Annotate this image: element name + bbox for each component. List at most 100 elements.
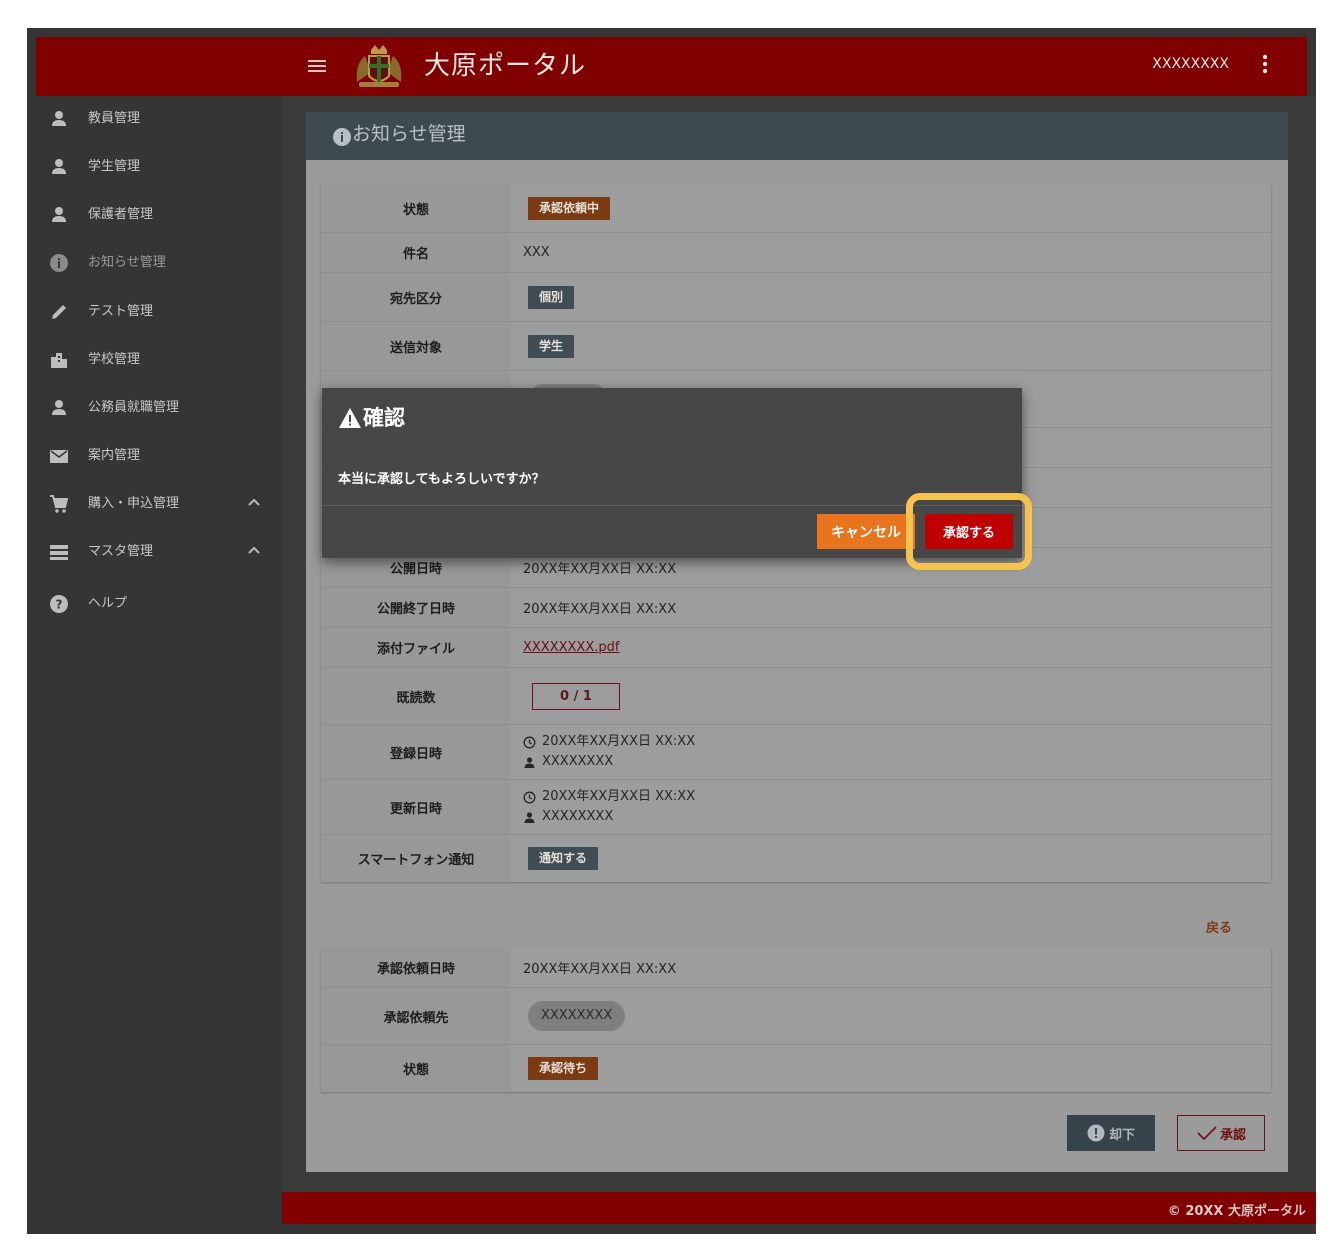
row-label: 件名 — [321, 233, 511, 272]
table-row: 状態 承認依頼中 — [321, 184, 1271, 233]
table-row: 件名 XXX — [321, 233, 1271, 273]
sidebar: 教員管理 学生管理 保護者管理 お知らせ管理 テスト管理 学校管理 公務員就職管… — [36, 96, 282, 1234]
updated-user-line: XXXXXXXX — [523, 807, 613, 827]
row-value: 承認依頼中 — [528, 184, 611, 232]
sidebar-item-label: 教員管理 — [88, 111, 141, 126]
building-icon — [49, 350, 69, 370]
table-row: スマートフォン通知 通知する — [321, 835, 1271, 882]
app-window: 大原ポータル XXXXXXXX 教員管理 学生管理 保護者管理 お知らせ管理 テ… — [27, 28, 1316, 1234]
subject-value: XXX — [523, 245, 550, 260]
approve-button[interactable]: 承認 — [1177, 1115, 1265, 1151]
sidebar-item-label: ヘルプ — [88, 596, 128, 611]
table-row: 宛先区分 個別 — [321, 273, 1271, 322]
reject-label: 却下 — [1108, 1127, 1135, 1143]
svg-text:?: ? — [56, 598, 63, 612]
cancel-button[interactable]: キャンセル — [817, 514, 915, 549]
publish-end-value: 20XX年XX月XX日 XX:XX — [523, 602, 677, 617]
registered-date: 20XX年XX月XX日 XX:XX — [542, 734, 696, 749]
table-row: 承認依頼先 XXXXXXXX — [321, 988, 1271, 1045]
sidebar-item-civil-service[interactable]: 公務員就職管理 — [36, 388, 282, 428]
pencil-icon — [49, 302, 69, 322]
sidebar-item-master[interactable]: マスタ管理 — [36, 532, 282, 572]
hamburger-menu-icon[interactable] — [306, 55, 328, 77]
table-row: 登録日時 20XX年XX月XX日 XX:XX XXXXXXXX — [321, 725, 1271, 780]
approval-status-badge: 承認待ち — [528, 1057, 599, 1080]
main-content: お知らせ管理 状態 承認依頼中 件名 XXX 宛先区分 個別 送信対象 学生 公… — [282, 96, 1316, 1192]
sidebar-item-purchases[interactable]: 購入・申込管理 — [36, 484, 282, 524]
reject-button[interactable]: 却下 — [1067, 1115, 1155, 1151]
row-label: 状態 — [321, 184, 511, 232]
registered-date-line: 20XX年XX月XX日 XX:XX — [523, 732, 695, 752]
row-value: 通知する — [528, 835, 599, 882]
row-label: 承認依頼日時 — [321, 948, 511, 987]
chevron-up-icon[interactable] — [246, 494, 262, 510]
sidebar-item-label: 学生管理 — [88, 159, 141, 174]
sidebar-item-label: 公務員就職管理 — [88, 400, 180, 415]
table-row: 公開終了日時 20XX年XX月XX日 XX:XX — [321, 588, 1271, 628]
table-row: 承認依頼日時 20XX年XX月XX日 XX:XX — [321, 948, 1271, 988]
updated-date: 20XX年XX月XX日 XX:XX — [542, 789, 696, 804]
copyright-text: © 20XX 大原ポータル — [1167, 1204, 1306, 1219]
highlight-callout — [906, 493, 1032, 570]
person-icon — [524, 756, 535, 768]
row-value: 0 / 1 — [532, 668, 620, 724]
row-value: XXXXXXXX.pdf — [523, 628, 619, 667]
read-count-button[interactable]: 0 / 1 — [532, 682, 620, 710]
row-label: 公開終了日時 — [321, 588, 511, 627]
row-value: 承認待ち — [528, 1045, 599, 1092]
sidebar-item-label: 購入・申込管理 — [88, 496, 180, 511]
app-title: 大原ポータル — [424, 51, 587, 81]
row-value: 20XX年XX月XX日 XX:XX XXXXXXXX — [523, 725, 695, 779]
person-icon — [49, 109, 69, 129]
updated-date-line: 20XX年XX月XX日 XX:XX — [523, 787, 695, 807]
row-value: XXXXXXXX — [528, 988, 626, 1044]
table-row: 状態 承認待ち — [321, 1045, 1271, 1092]
chevron-up-icon[interactable] — [246, 542, 262, 558]
help-icon: ? — [49, 594, 69, 614]
sidebar-item-label: 学校管理 — [88, 352, 141, 367]
row-label: 状態 — [321, 1045, 511, 1092]
info-icon — [332, 127, 352, 147]
person-icon — [524, 811, 535, 823]
dest-type-badge: 個別 — [528, 285, 575, 309]
person-icon — [49, 157, 69, 177]
dialog-title-text: 確認 — [363, 406, 405, 430]
row-value: 個別 — [528, 273, 575, 321]
sidebar-item-guardians[interactable]: 保護者管理 — [36, 195, 282, 235]
attachment-link[interactable]: XXXXXXXX.pdf — [523, 640, 619, 655]
table-row: 添付ファイル XXXXXXXX.pdf — [321, 628, 1271, 668]
target-badge: 学生 — [528, 334, 575, 358]
row-label: 既読数 — [321, 668, 511, 724]
approver-chip: XXXXXXXX — [528, 1001, 626, 1031]
top-bar: 大原ポータル XXXXXXXX — [36, 37, 1307, 96]
sidebar-item-label: 保護者管理 — [88, 207, 154, 222]
table-row: 送信対象 学生 — [321, 322, 1271, 371]
approve-label: 承認 — [1219, 1127, 1246, 1143]
sidebar-item-students[interactable]: 学生管理 — [36, 147, 282, 187]
dialog-title: 確認 — [338, 402, 405, 434]
row-label: 更新日時 — [321, 780, 511, 834]
sidebar-item-label: テスト管理 — [88, 304, 154, 319]
page-title: お知らせ管理 — [352, 123, 466, 145]
sidebar-item-notices[interactable]: お知らせ管理 — [36, 243, 282, 283]
table-row: 更新日時 20XX年XX月XX日 XX:XX XXXXXXXX — [321, 780, 1271, 835]
table-row: 既読数 0 / 1 — [321, 668, 1271, 725]
registered-user-line: XXXXXXXX — [523, 752, 613, 772]
sidebar-item-schools[interactable]: 学校管理 — [36, 340, 282, 380]
more-vert-icon[interactable] — [1259, 51, 1271, 77]
request-date-value: 20XX年XX月XX日 XX:XX — [523, 962, 677, 977]
back-link[interactable]: 戻る — [1206, 917, 1232, 936]
list-icon — [49, 542, 69, 562]
user-name[interactable]: XXXXXXXX — [1152, 53, 1229, 75]
sidebar-item-guides[interactable]: 案内管理 — [36, 436, 282, 476]
sidebar-item-label: マスタ管理 — [88, 544, 154, 559]
smartphone-notify-badge: 通知する — [528, 847, 599, 870]
person-icon — [49, 398, 69, 418]
footer: © 20XX 大原ポータル — [282, 1192, 1316, 1224]
sidebar-item-tests[interactable]: テスト管理 — [36, 292, 282, 332]
panel-header: お知らせ管理 — [306, 112, 1288, 160]
crest-logo-icon — [351, 42, 407, 90]
sidebar-item-help[interactable]: ? ヘルプ — [36, 584, 282, 624]
row-label: 添付ファイル — [321, 628, 511, 667]
sidebar-item-teachers[interactable]: 教員管理 — [36, 99, 282, 139]
